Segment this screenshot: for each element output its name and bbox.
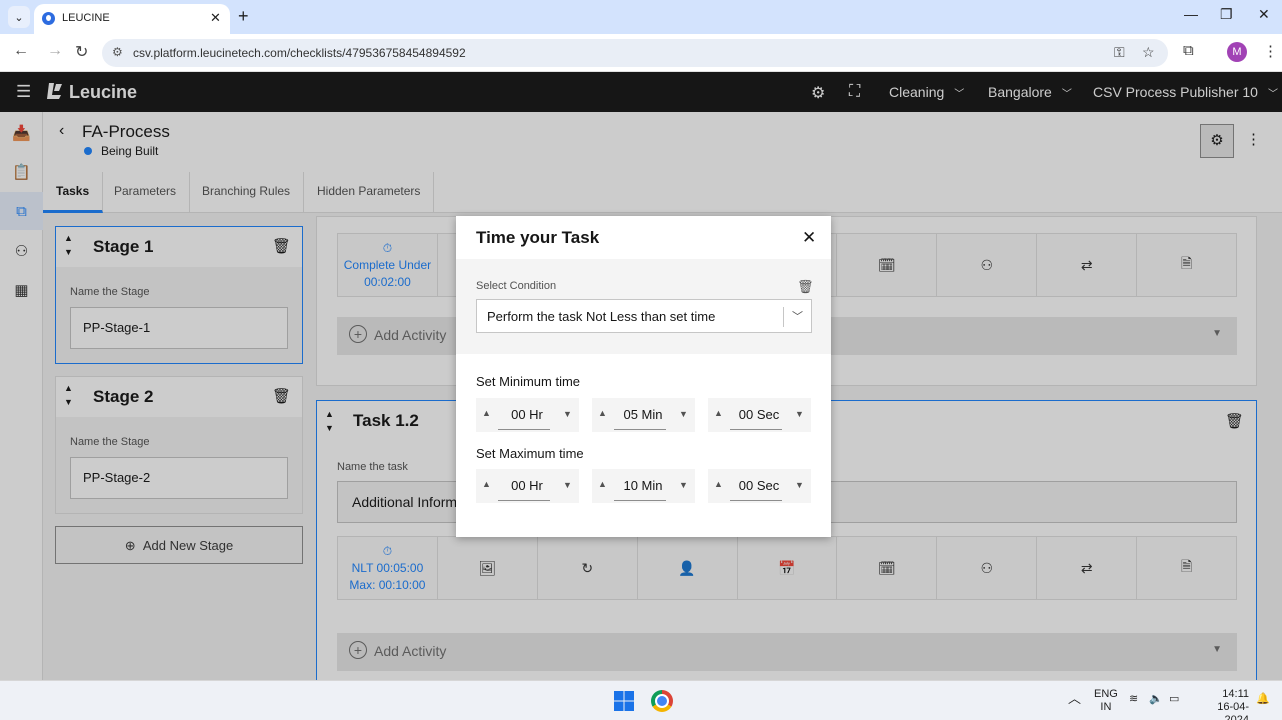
site-info-icon[interactable]: ⚙: [112, 45, 123, 59]
minimize-icon[interactable]: —: [1184, 6, 1198, 22]
reload-icon[interactable]: ↻: [75, 42, 88, 62]
increment-icon[interactable]: ▲: [598, 479, 607, 489]
underline: [730, 429, 782, 430]
min-seconds-value: 00 Sec: [738, 407, 780, 422]
underline: [730, 500, 782, 501]
clock-date: 16-04-2024: [1217, 701, 1249, 720]
modal-title: Time your Task: [476, 228, 600, 247]
language-indicator[interactable]: ENG IN: [1094, 688, 1118, 714]
bookmark-star-icon[interactable]: ☆: [1142, 44, 1155, 61]
min-hours-value: 00 Hr: [511, 407, 543, 422]
leucine-favicon-icon: [42, 12, 55, 25]
increment-icon[interactable]: ▲: [482, 479, 491, 489]
os-taskbar: ︿ ENG IN ≋ 🔈 ▭ 14:11 16-04-2024 🔔: [0, 680, 1282, 720]
window-close-icon[interactable]: ✕: [1258, 6, 1270, 23]
underline: [614, 429, 666, 430]
min-seconds-stepper[interactable]: ▲ 00 Sec ▼: [708, 398, 811, 432]
min-minutes-value: 05 Min: [623, 407, 663, 422]
close-modal-icon[interactable]: ✕: [802, 228, 816, 248]
windows-start-icon[interactable]: [614, 691, 634, 711]
max-time-label: Set Maximum time: [476, 446, 584, 461]
browser-menu-icon[interactable]: ⋮: [1263, 42, 1278, 60]
underline: [614, 500, 666, 501]
select-divider: [783, 307, 784, 327]
max-hours-stepper[interactable]: ▲ 00 Hr ▼: [476, 469, 579, 503]
browser-tab-title: LEUCINE: [62, 12, 110, 24]
underline: [498, 429, 550, 430]
condition-select[interactable]: Perform the task Not Less than set time …: [476, 299, 812, 333]
condition-value: Perform the task Not Less than set time: [487, 309, 716, 324]
lang-line-2: IN: [1100, 701, 1112, 713]
password-key-icon[interactable]: ⚿: [1114, 44, 1125, 61]
decrement-icon[interactable]: ▼: [563, 409, 572, 419]
extensions-icon[interactable]: ⧉: [1183, 42, 1194, 59]
chrome-taskbar-icon[interactable]: [651, 690, 673, 712]
increment-icon[interactable]: ▲: [714, 408, 723, 418]
increment-icon[interactable]: ▲: [714, 479, 723, 489]
min-minutes-stepper[interactable]: ▲ 05 Min ▼: [592, 398, 695, 432]
max-seconds-value: 00 Sec: [738, 478, 780, 493]
chevron-down-icon: ﹀: [792, 311, 803, 323]
clock-time: 14:11: [1222, 688, 1249, 700]
close-tab-icon[interactable]: ✕: [210, 10, 221, 26]
max-hours-value: 00 Hr: [511, 478, 543, 493]
decrement-icon[interactable]: ▼: [679, 480, 688, 490]
battery-icon[interactable]: ▭: [1169, 693, 1179, 706]
max-minutes-value: 10 Min: [623, 478, 663, 493]
condition-label: Select Condition: [476, 280, 557, 292]
time-your-task-modal: Time your Task ✕ Select Condition 🗑 Perf…: [456, 216, 831, 537]
new-tab-icon[interactable]: +: [238, 6, 249, 27]
restore-icon[interactable]: ❐: [1220, 6, 1233, 23]
increment-icon[interactable]: ▲: [482, 408, 491, 418]
clock[interactable]: 14:11 16-04-2024: [1196, 688, 1249, 720]
browser-tabstrip: ⌄ LEUCINE ✕ + — ❐ ✕: [0, 0, 1282, 34]
address-bar[interactable]: ⚙ csv.platform.leucinetech.com/checklist…: [102, 39, 1168, 67]
tray-overflow-icon[interactable]: ︿: [1068, 692, 1081, 705]
url-text: csv.platform.leucinetech.com/checklists/…: [133, 46, 466, 60]
condition-section: Select Condition 🗑 Perform the task Not …: [456, 259, 831, 354]
min-hours-stepper[interactable]: ▲ 00 Hr ▼: [476, 398, 579, 432]
notification-bell-icon[interactable]: 🔔: [1256, 693, 1270, 706]
wifi-icon[interactable]: ≋: [1129, 693, 1138, 706]
tab-search-icon[interactable]: ⌄: [8, 6, 30, 28]
forward-icon[interactable]: →: [47, 42, 63, 60]
decrement-icon[interactable]: ▼: [563, 480, 572, 490]
decrement-icon[interactable]: ▼: [795, 409, 804, 419]
profile-avatar[interactable]: M: [1227, 42, 1247, 62]
back-icon[interactable]: ←: [13, 42, 29, 60]
max-seconds-stepper[interactable]: ▲ 00 Sec ▼: [708, 469, 811, 503]
min-time-label: Set Minimum time: [476, 374, 581, 389]
browser-tab[interactable]: LEUCINE ✕: [34, 4, 230, 34]
max-minutes-stepper[interactable]: ▲ 10 Min ▼: [592, 469, 695, 503]
lang-line-1: ENG: [1094, 688, 1118, 700]
increment-icon[interactable]: ▲: [598, 408, 607, 418]
decrement-icon[interactable]: ▼: [679, 409, 688, 419]
browser-toolbar: ← → ↻ ⚙ csv.platform.leucinetech.com/che…: [0, 34, 1282, 72]
delete-condition-icon[interactable]: 🗑: [797, 279, 814, 295]
decrement-icon[interactable]: ▼: [795, 480, 804, 490]
volume-icon[interactable]: 🔈: [1149, 693, 1163, 706]
underline: [498, 500, 550, 501]
